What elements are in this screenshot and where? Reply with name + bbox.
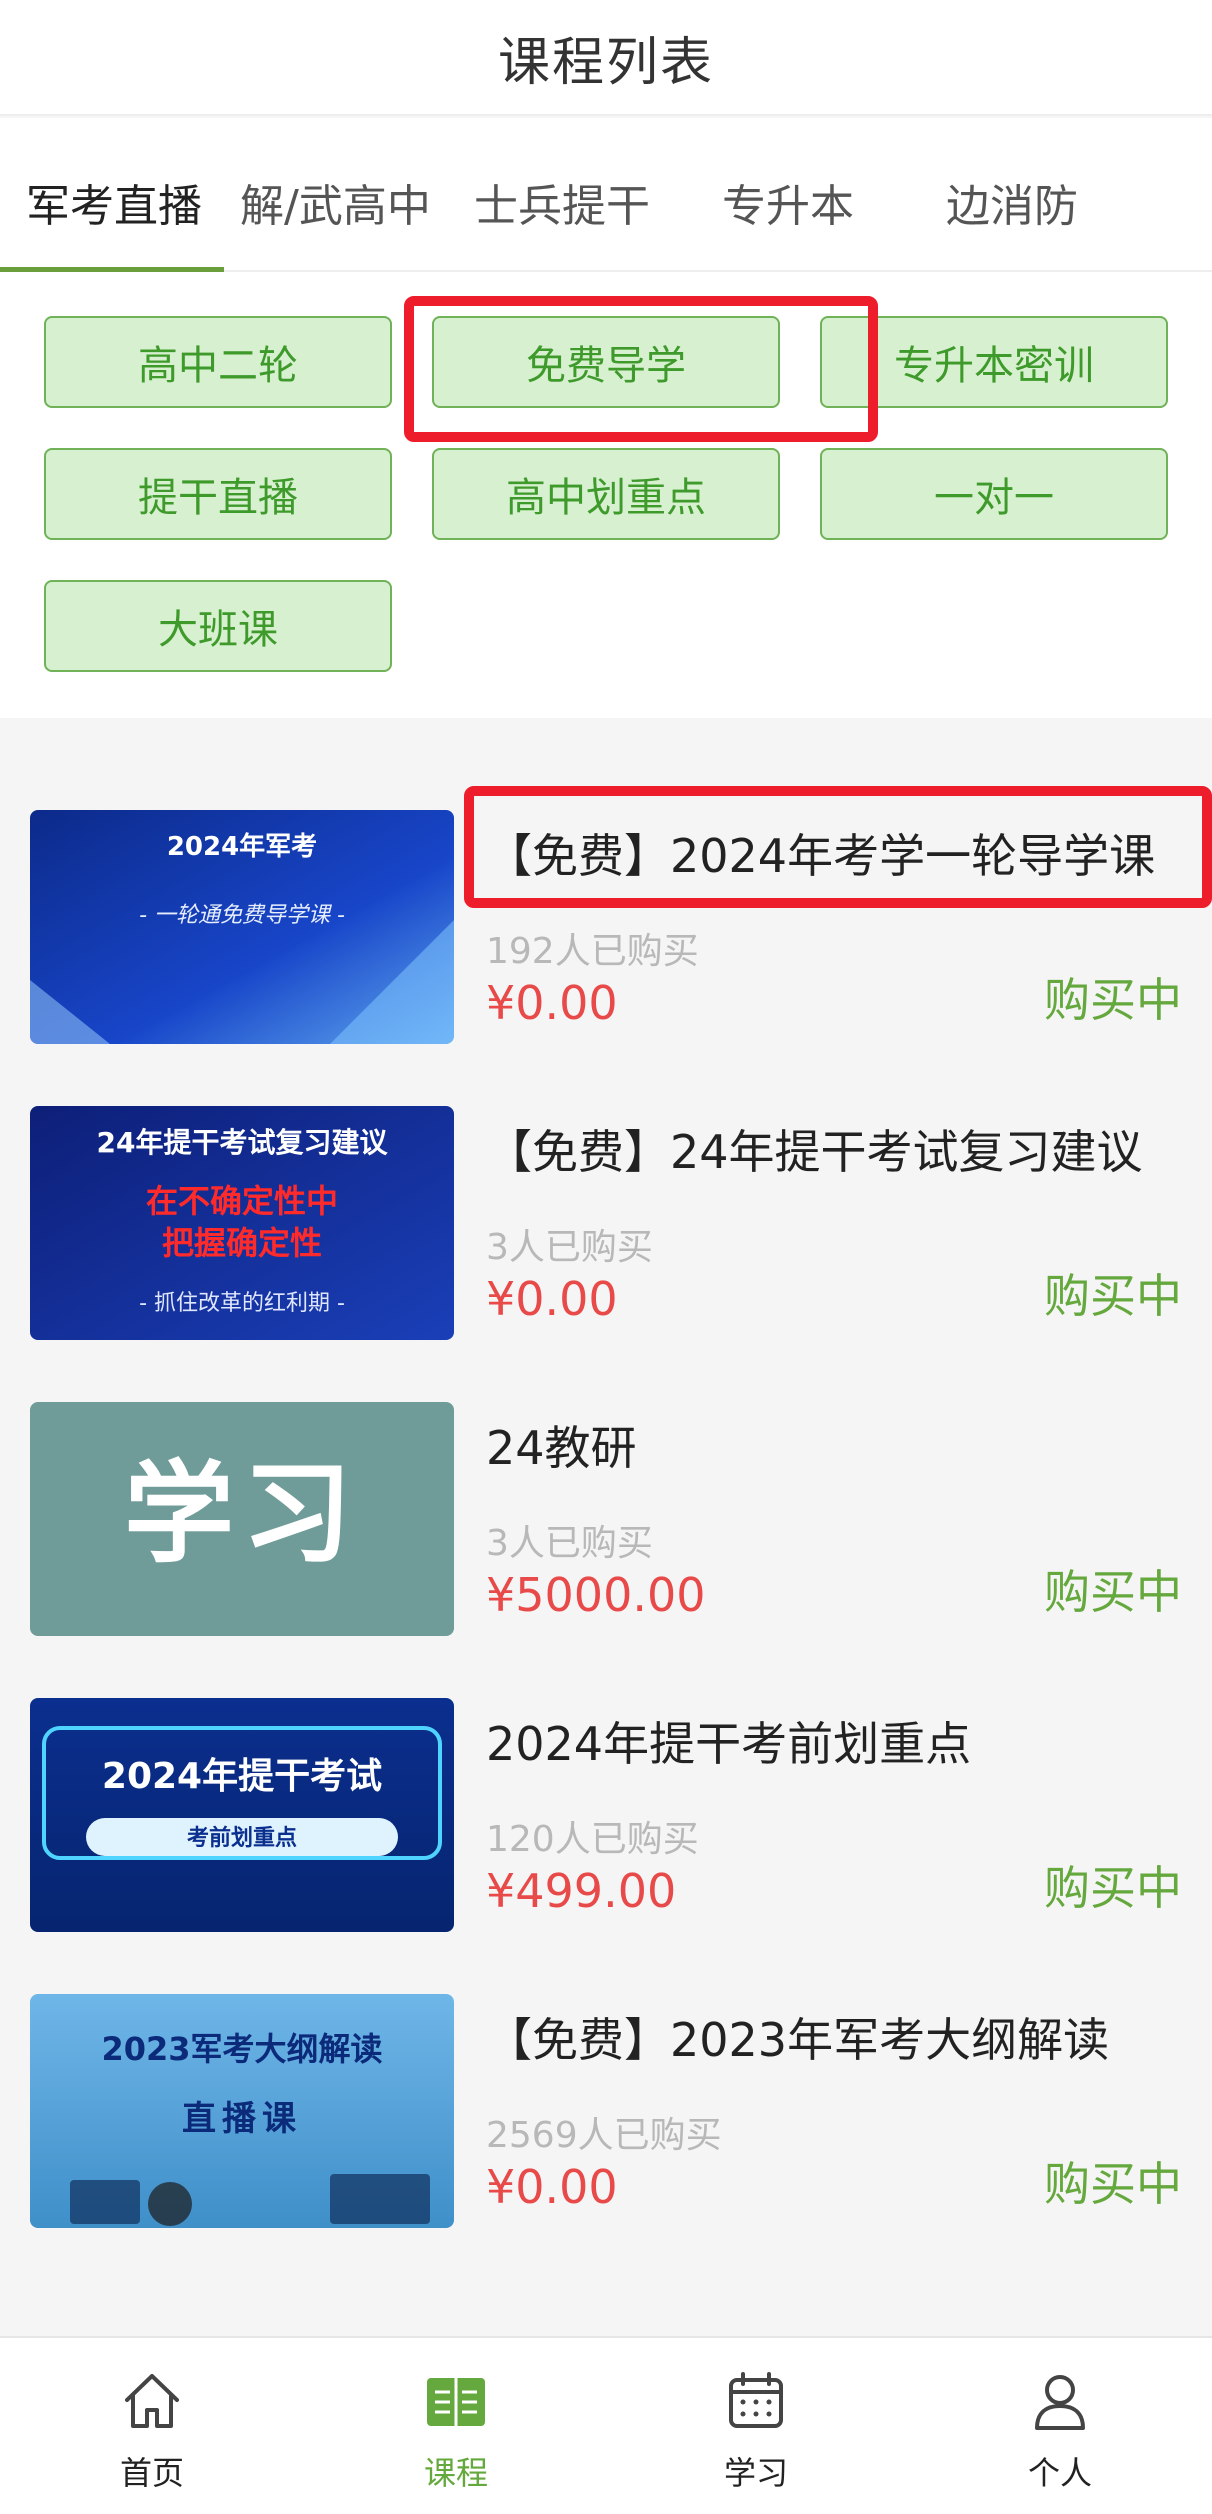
course-buyers: 3人已购买: [486, 1227, 653, 1268]
nav-item-profile[interactable]: 个人: [960, 2368, 1160, 2498]
course-thumbnail: 2023军考大纲解读 直播课: [30, 1994, 454, 2228]
nav-label: 个人: [1027, 2454, 1092, 2492]
course-status: 购买中: [1044, 1861, 1182, 1915]
thumb-text: - 一轮通免费导学课 -: [139, 903, 345, 928]
calendar-icon: [729, 2372, 783, 2428]
thumb-text: 直播课: [182, 2099, 302, 2139]
thumb-text: 2023军考大纲解读: [101, 2030, 382, 2068]
course-status: 购买中: [1044, 973, 1182, 1027]
course-item[interactable]: 24年提干考试复习建议 在不确定性中 把握确定性 - 抓住改革的红利期 - 【免…: [0, 1106, 1212, 1402]
filter-chip-upgrade-intensive[interactable]: 专升本密训: [820, 316, 1168, 408]
course-list: 2024年军考 - 一轮通免费导学课 - 【免费】2024年考学一轮导学课 19…: [0, 718, 1212, 2336]
header-bar: 课程列表: [0, 0, 1212, 116]
course-status: 购买中: [1044, 2157, 1182, 2211]
nav-label: 首页: [119, 2454, 184, 2492]
course-status: 购买中: [1044, 1269, 1182, 1323]
course-price: ¥5000.00: [486, 1568, 706, 1622]
thumb-text: 24年提干考试复习建议: [97, 1126, 389, 1159]
course-status: 购买中: [1044, 1565, 1182, 1619]
course-price: ¥0.00: [486, 1272, 618, 1326]
course-title: 【免费】24年提干考试复习建议: [486, 1125, 1143, 1179]
thumb-text: 考前划重点: [187, 1825, 297, 1851]
filter-chip-one-on-one[interactable]: 一对一: [820, 448, 1168, 540]
course-price: ¥499.00: [486, 1864, 677, 1918]
course-buyers: 3人已购买: [486, 1523, 653, 1564]
home-icon: [125, 2374, 179, 2428]
thumb-text: 在不确定性中: [146, 1182, 338, 1220]
course-title: 【免费】2024年考学一轮导学课: [486, 829, 1156, 883]
course-title: 2024年提干考前划重点: [486, 1717, 972, 1771]
tab-military-exam-live[interactable]: 军考直播: [26, 170, 202, 234]
course-thumbnail: 学习: [30, 1402, 454, 1636]
nav-item-home[interactable]: 首页: [52, 2368, 252, 2498]
nav-item-study[interactable]: 学习: [656, 2368, 856, 2498]
course-thumbnail: 2024年军考 - 一轮通免费导学课 -: [30, 810, 454, 1044]
course-thumbnail: 24年提干考试复习建议 在不确定性中 把握确定性 - 抓住改革的红利期 -: [30, 1106, 454, 1340]
course-item[interactable]: 2024年军考 - 一轮通免费导学课 - 【免费】2024年考学一轮导学课 19…: [0, 810, 1212, 1106]
nav-label: 课程: [423, 2454, 488, 2492]
course-item[interactable]: 2023军考大纲解读 直播课 【免费】2023年军考大纲解读 2569人已购买 …: [0, 1994, 1212, 2290]
filter-chip-key-points[interactable]: 高中划重点: [432, 448, 780, 540]
bottom-nav: 首页 课程 学习 个人: [0, 2336, 1212, 2514]
course-title: 24教研: [486, 1421, 637, 1475]
filter-chips: 高中二轮 免费导学 专升本密训 提干直播 高中划重点 一对一 大班课: [0, 272, 1212, 718]
course-title: 【免费】2023年军考大纲解读: [486, 2013, 1110, 2067]
thumb-text: 2024年提干考试: [102, 1756, 382, 1797]
nav-label: 学习: [723, 2454, 788, 2492]
thumb-text: 把握确定性: [162, 1224, 322, 1262]
course-thumbnail: 2024年提干考试 考前划重点: [30, 1698, 454, 1932]
nav-item-courses[interactable]: 课程: [356, 2368, 556, 2498]
tab-border-fire[interactable]: 边消防: [946, 170, 1078, 234]
course-item[interactable]: 2024年提干考试 考前划重点 2024年提干考前划重点 120人已购买 ¥49…: [0, 1698, 1212, 1994]
tab-soldier-promotion[interactable]: 士兵提干: [474, 170, 650, 234]
category-tabs: 军考直播 解/武高中 士兵提干 专升本 边消防: [0, 118, 1212, 272]
book-icon: [427, 2378, 485, 2426]
filter-chip-promotion-live[interactable]: 提干直播: [44, 448, 392, 540]
course-price: ¥0.00: [486, 2160, 618, 2214]
thumb-text: 学习: [124, 1450, 360, 1578]
course-buyers: 2569人已购买: [486, 2115, 722, 2156]
user-icon: [1035, 2375, 1085, 2430]
course-item[interactable]: 学习 24教研 3人已购买 ¥5000.00 购买中: [0, 1402, 1212, 1698]
filter-chip-large-class[interactable]: 大班课: [44, 580, 392, 672]
course-price: ¥0.00: [486, 976, 618, 1030]
filter-chip-high-school-round2[interactable]: 高中二轮: [44, 316, 392, 408]
course-buyers: 192人已购买: [486, 931, 699, 972]
course-buyers: 120人已购买: [486, 1819, 699, 1860]
thumb-text: 2024年军考: [167, 831, 317, 862]
tab-pla-high-school[interactable]: 解/武高中: [240, 170, 431, 234]
tab-upgrade-degree[interactable]: 专升本: [722, 170, 854, 234]
thumb-text: - 抓住改革的红利期 -: [139, 1291, 345, 1316]
page-title: 课程列表: [497, 32, 714, 93]
filter-chip-free-guide[interactable]: 免费导学: [432, 316, 780, 408]
